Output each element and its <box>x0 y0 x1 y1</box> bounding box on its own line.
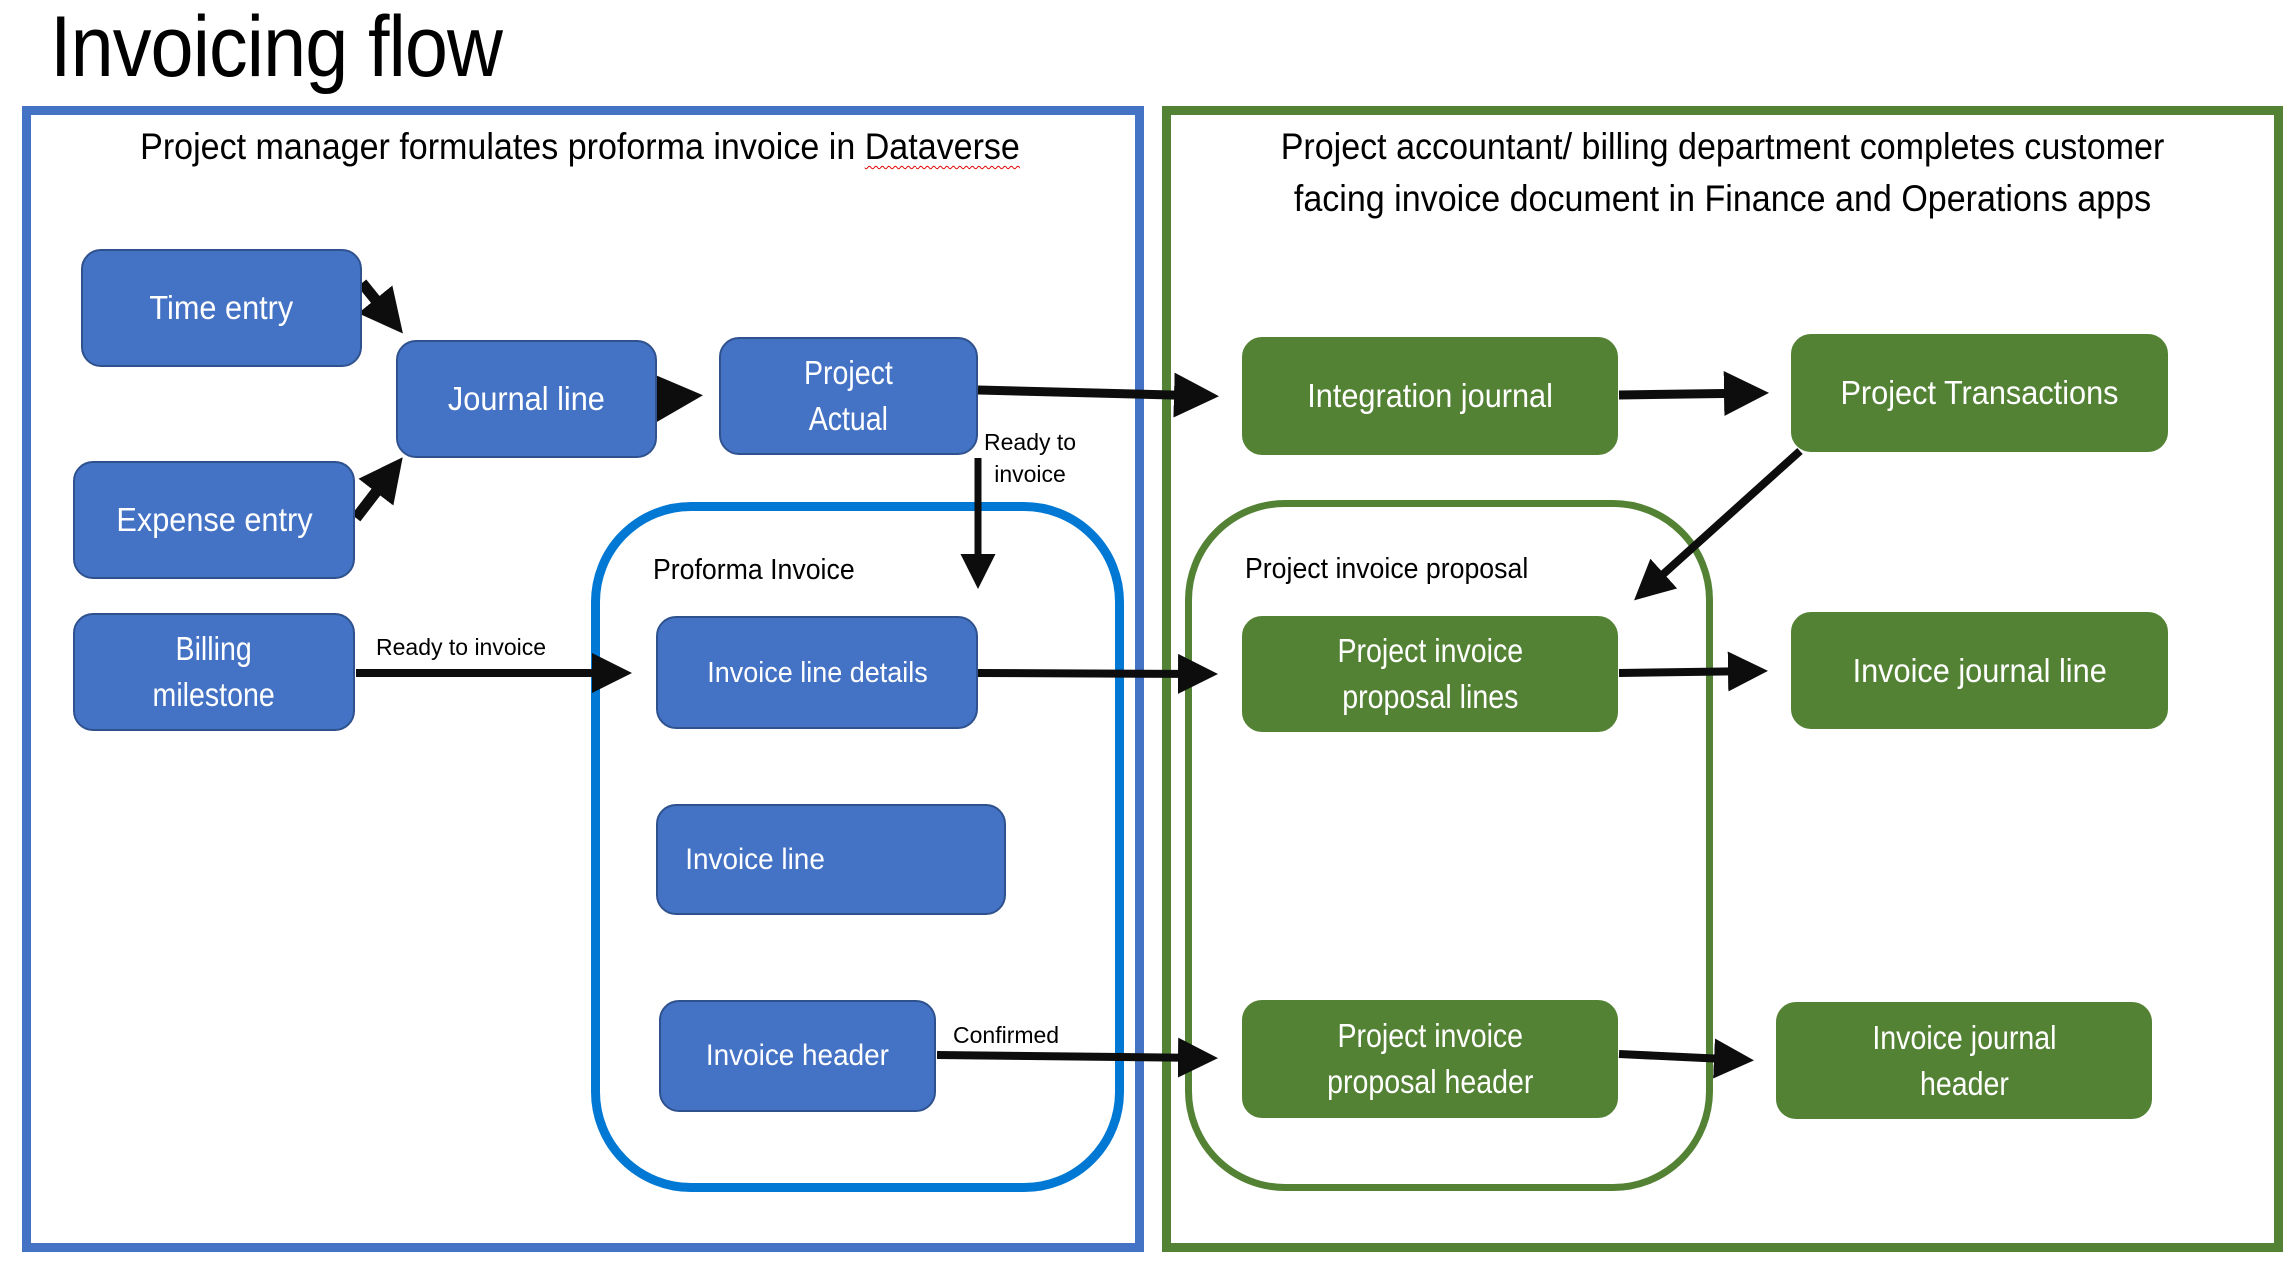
node-integration-journal-label: Integration journal <box>1307 377 1553 414</box>
node-project-invoice-proposal-lines[interactable]: Project invoice proposal lines <box>1242 616 1618 732</box>
node-project-actual-line-2: Actual <box>808 400 889 437</box>
node-billing-milestone[interactable]: Billing milestone <box>73 613 355 731</box>
node-invoice-line-label: Invoice line <box>685 842 825 876</box>
node-invoice-header[interactable]: Invoice header <box>659 1000 936 1112</box>
node-proposal-lines-line-1: Project invoice <box>1337 632 1523 669</box>
node-billing-milestone-line-2: milestone <box>152 676 276 713</box>
node-journal-line[interactable]: Journal line <box>396 340 657 458</box>
node-billing-milestone-line-1: Billing <box>175 630 253 667</box>
page-title: Invoicing flow <box>50 0 503 95</box>
node-expense-entry[interactable]: Expense entry <box>73 461 355 579</box>
edge-label-confirmed: Confirmed <box>953 1022 1060 1048</box>
node-invoice-journal-line[interactable]: Invoice journal line <box>1791 612 2168 729</box>
node-project-invoice-proposal-header[interactable]: Project invoice proposal header <box>1242 1000 1618 1118</box>
lane-dataverse-title-text: Project manager formulates proforma invo… <box>140 126 865 167</box>
lane-title-line-2: facing invoice document in Finance and O… <box>1293 178 2152 219</box>
node-invoice-line-details-label: Invoice line details <box>706 656 928 689</box>
node-time-entry-label: Time entry <box>149 289 294 326</box>
node-invoice-line[interactable]: Invoice line <box>656 804 1006 915</box>
node-project-transactions-label: Project Transactions <box>1840 374 2119 411</box>
node-journal-line-label: Journal line <box>448 380 605 417</box>
node-integration-journal[interactable]: Integration journal <box>1242 337 1618 455</box>
edge-label-line-1: Ready to <box>984 429 1077 455</box>
node-project-actual-line-1: Project <box>804 354 893 391</box>
lane-title-line-1: Project accountant/ billing department c… <box>1280 126 2165 167</box>
edge-label-milestone-ready: Ready to invoice <box>376 634 547 660</box>
lane-dataverse-title: Project manager formulates proforma invo… <box>46 121 1113 173</box>
spellcheck-flagged-word: Dataverse <box>864 126 1020 167</box>
node-invoice-journal-header[interactable]: Invoice journal header <box>1776 1002 2152 1119</box>
node-expense-entry-label: Expense entry <box>115 501 313 538</box>
lane-finance-operations-title: Project accountant/ billing department c… <box>1207 121 2238 225</box>
node-proposal-header-line-2: proposal header <box>1326 1063 1534 1100</box>
edge-label-line-2: invoice <box>994 461 1066 487</box>
node-project-transactions[interactable]: Project Transactions <box>1791 334 2168 452</box>
node-invoice-journal-header-line-1: Invoice journal <box>1871 1018 2057 1056</box>
node-proposal-header-line-1: Project invoice <box>1337 1017 1523 1054</box>
edge-label-actual-ready: Ready to invoice <box>984 426 1076 490</box>
node-invoice-line-details[interactable]: Invoice line details <box>656 616 978 729</box>
proforma-invoice-label: Proforma Invoice <box>653 554 855 586</box>
node-invoice-journal-line-label: Invoice journal line <box>1852 651 2107 689</box>
node-invoice-journal-header-line-2: header <box>1919 1064 2009 1102</box>
node-project-actual[interactable]: Project Actual <box>719 337 978 455</box>
node-invoice-header-label: Invoice header <box>705 1039 890 1072</box>
node-proposal-lines-line-2: proposal lines <box>1341 678 1519 715</box>
project-invoice-proposal-label: Project invoice proposal <box>1245 553 1529 585</box>
node-time-entry[interactable]: Time entry <box>81 249 362 367</box>
